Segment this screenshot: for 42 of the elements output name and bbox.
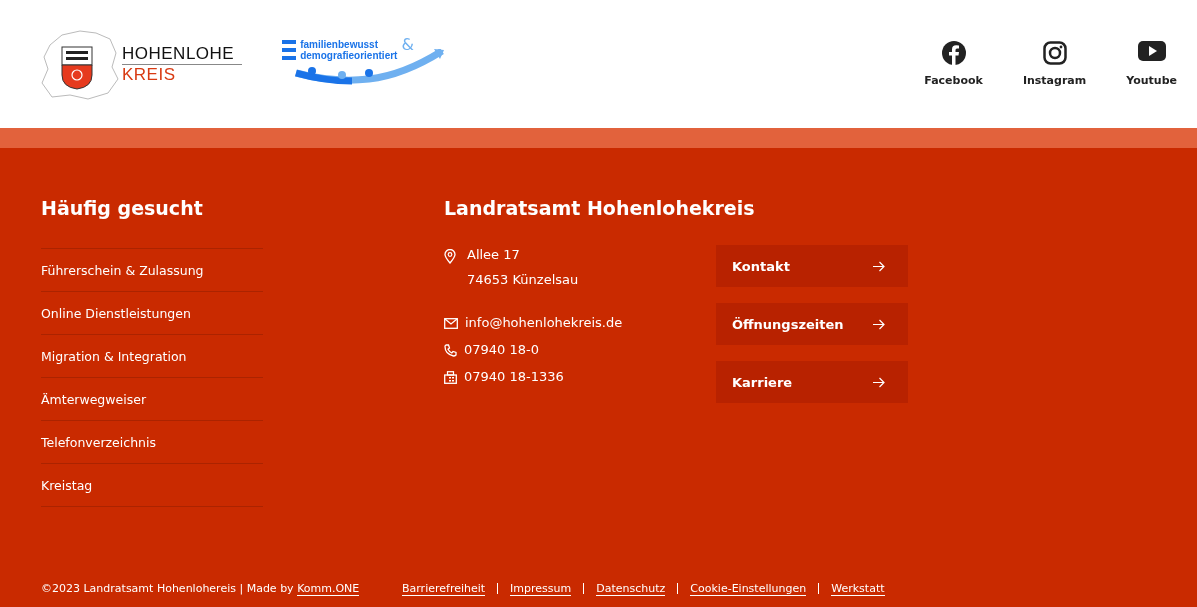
section-title: Häufig gesucht bbox=[41, 196, 204, 220]
footer-link[interactable]: Impressum bbox=[510, 581, 572, 596]
ampersand: & bbox=[401, 35, 414, 54]
quick-link[interactable]: Ämterwegweiser bbox=[41, 391, 147, 407]
social-link[interactable]: Facebook bbox=[924, 41, 983, 87]
arrow-right-icon bbox=[873, 318, 885, 330]
arrow-right-icon bbox=[873, 260, 885, 272]
quick-link[interactable]: Online Dienstleistungen bbox=[41, 305, 191, 321]
quick-link[interactable]: Migration & Integration bbox=[41, 348, 187, 364]
address-line: Allee 17 bbox=[467, 246, 521, 264]
copyright-text: ©2023 Landratsamt Hohenlohereis | Made by Komm.ONE bbox=[41, 582, 361, 595]
badge-text: demografieorientiert bbox=[300, 50, 398, 61]
badge-text: familienbewusst bbox=[300, 39, 379, 50]
quick-link[interactable]: Führerschein & Zulassung bbox=[41, 262, 204, 278]
arrow-right-icon bbox=[873, 376, 885, 388]
social-link[interactable]: Youtube bbox=[1126, 41, 1177, 87]
maker-link[interactable]: Komm.ONE bbox=[297, 582, 360, 596]
play-icon bbox=[1137, 41, 1166, 61]
fax-icon bbox=[444, 370, 457, 384]
contact-text: info@hohenlohekreis.de bbox=[465, 314, 623, 332]
location-pin-icon bbox=[444, 249, 456, 264]
footer-link[interactable]: Barrierefreiheit bbox=[402, 581, 486, 596]
instagram-icon bbox=[1042, 41, 1067, 65]
phone-icon bbox=[444, 343, 457, 357]
contact-text: 07940 18-0 bbox=[464, 341, 539, 359]
footer-link[interactable]: Datenschutz bbox=[596, 581, 666, 596]
quick-link[interactable]: Kreistag bbox=[41, 477, 93, 493]
quick-link[interactable]: Telefonverzeichnis bbox=[41, 434, 156, 450]
district-logo[interactable]: HOHENLOHE KREIS bbox=[40, 27, 243, 101]
link-button[interactable]: Karriere bbox=[716, 361, 908, 403]
logo-title: HOHENLOHE bbox=[122, 43, 243, 65]
logo-subtitle: KREIS bbox=[122, 64, 177, 85]
section-title: Landratsamt Hohenlohekreis bbox=[444, 196, 756, 220]
link-button[interactable]: Öffnungszeiten bbox=[716, 303, 908, 345]
link-button[interactable]: Kontakt bbox=[716, 245, 908, 287]
footer-link[interactable]: Werkstatt bbox=[831, 581, 885, 596]
address-line: 74653 Künzelsau bbox=[467, 271, 579, 289]
facebook-icon bbox=[941, 41, 966, 65]
contact-text: 07940 18-1336 bbox=[464, 368, 564, 386]
social-link[interactable]: Instagram bbox=[1022, 41, 1087, 87]
footer-link[interactable]: Cookie-Einstellungen bbox=[690, 581, 807, 596]
mail-icon bbox=[444, 317, 458, 329]
